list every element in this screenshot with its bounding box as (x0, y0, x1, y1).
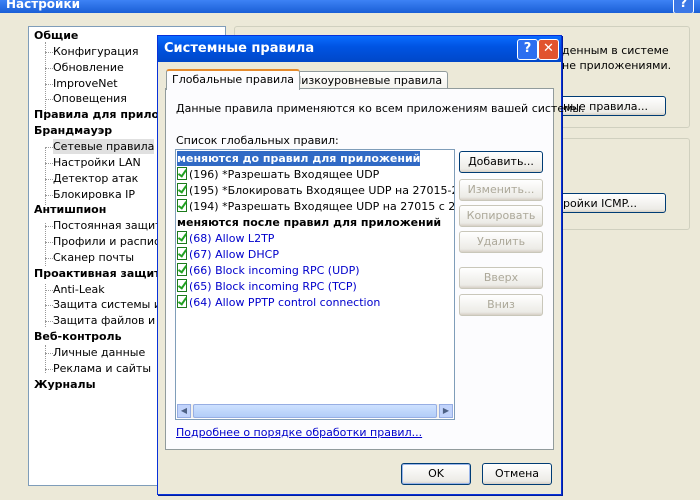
rule-row[interactable]: (64) Allow PPTP control connection (177, 295, 380, 310)
rule-checkbox[interactable] (177, 231, 187, 244)
rule-row[interactable]: (67) Allow DHCP (177, 247, 279, 262)
tree-section[interactable]: Общие (34, 28, 78, 43)
rules-order-link[interactable]: Подробнее о порядке обработки правил... (176, 426, 422, 439)
tree-item[interactable]: Детектор атак (53, 171, 138, 186)
tree-item[interactable]: Обновление (53, 60, 124, 75)
tree-connector (45, 257, 53, 259)
tree-item[interactable]: Сетевые правила (53, 138, 155, 154)
rule-row[interactable]: (65) Block incoming RPC (TCP) (177, 279, 357, 294)
tree-section[interactable]: Проактивная защита (34, 266, 168, 281)
rule-group-header[interactable]: меняются до правил для приложений (177, 151, 421, 166)
list-label: Список глобальных правил: (176, 134, 339, 147)
add-rule-button[interactable]: Добавить... (459, 151, 543, 173)
tab-lowlevel-rules[interactable]: Низкоуровневые правила (287, 71, 449, 89)
tree-item[interactable]: Личные данные (53, 345, 145, 360)
tree-connector (45, 51, 53, 53)
tree-item[interactable]: Профили и расписан (53, 234, 174, 249)
dialog-close-icon[interactable]: ✕ (538, 39, 559, 60)
rule-group-header[interactable]: меняются после правил для приложений (177, 215, 441, 230)
rule-text: меняются до правил для приложений (177, 152, 421, 165)
rule-text: меняются после правил для приложений (177, 216, 442, 229)
tree-connector (45, 99, 53, 101)
tree-item[interactable]: Реклама и сайты (53, 361, 151, 376)
rule-row[interactable]: (68) Allow L2TP (177, 231, 274, 246)
rule-text: (68) Allow L2TP (189, 232, 275, 245)
tree-item[interactable]: Защита файлов и па (53, 313, 173, 328)
tree-section[interactable]: Журналы (34, 377, 96, 392)
rule-checkbox[interactable] (177, 279, 187, 292)
tree-section[interactable]: Веб-контроль (34, 329, 122, 344)
scroll-thumb[interactable] (193, 404, 437, 418)
move-up-button[interactable]: Вверх (459, 267, 543, 289)
tree-connector (45, 178, 53, 180)
rule-checkbox[interactable] (177, 247, 187, 260)
rule-text: (67) Allow DHCP (189, 248, 279, 261)
tree-section[interactable]: Антишпион (34, 202, 106, 217)
tree-connector (45, 194, 53, 196)
tree-item[interactable]: Защита системы и п (53, 297, 172, 312)
tree-connector (45, 289, 53, 291)
tree-connector (45, 321, 53, 323)
tree-connector (45, 368, 53, 370)
tree-connector (45, 146, 53, 148)
cancel-button[interactable]: Отмена (482, 463, 552, 485)
tree-item[interactable]: ImproveNet (53, 76, 118, 91)
rule-text: (194) *Разрешать Входящее UDP на 27015 с… (189, 200, 455, 213)
tree-item[interactable]: Настройки LAN (53, 155, 141, 170)
settings-title: Настройки (6, 0, 81, 11)
tree-connector (45, 305, 53, 307)
tree-connector (45, 226, 53, 228)
ok-button[interactable]: OK (401, 463, 471, 485)
icmp-settings-button[interactable]: ройки ICMP... (552, 193, 666, 213)
rule-checkbox[interactable] (177, 263, 187, 276)
tree-item[interactable]: Anti-Leak (53, 282, 105, 297)
help-icon[interactable]: ? (673, 0, 694, 14)
rule-checkbox[interactable] (177, 183, 187, 196)
tree-item[interactable]: Блокировка IP (53, 187, 135, 202)
scroll-left-icon[interactable]: ◀ (177, 404, 191, 418)
global-rules-list[interactable]: меняются до правил для приложений (196) *… (175, 149, 455, 420)
rule-text: (66) Block incoming RPC (UDP) (189, 264, 360, 277)
tree-connector (45, 162, 53, 164)
tree-item[interactable]: Конфигурация (53, 44, 139, 59)
rule-row[interactable]: (66) Block incoming RPC (UDP) (177, 263, 360, 278)
rule-text: (65) Block incoming RPC (TCP) (189, 280, 357, 293)
tree-item[interactable]: Постоянная защита (53, 218, 168, 233)
delete-rule-button[interactable]: Удалить (459, 231, 543, 253)
tree-connector (45, 147, 46, 205)
right-desc-line1: денным в системе (562, 44, 669, 57)
dialog-titlebar: Системные правила ? ✕ (158, 36, 561, 62)
tree-connector (45, 223, 46, 266)
rule-text: (64) Allow PPTP control connection (189, 296, 381, 309)
tree-section[interactable]: Правила для прилож (34, 107, 170, 122)
rule-text: (195) *Блокировать Входящее UDP на 27015… (189, 184, 454, 197)
horizontal-scrollbar[interactable]: ◀ ▶ (177, 404, 453, 418)
tree-connector (45, 353, 53, 354)
tree-connector (45, 83, 53, 85)
system-rules-dialog: Системные правила ? ✕ Глобальные правила… (157, 35, 585, 495)
tree-item[interactable]: Сканер почты (53, 250, 134, 265)
edit-rule-button[interactable]: Изменить... (459, 179, 543, 201)
rule-text: (196) *Разрешать Входящее UDP (189, 168, 380, 181)
tree-section[interactable]: Брандмауэр (34, 123, 112, 138)
rule-checkbox[interactable] (177, 199, 187, 212)
tab-global-rules[interactable]: Глобальные правила (166, 69, 300, 90)
rule-row[interactable]: (195) *Блокировать Входящее UDP на 27015… (177, 183, 454, 198)
rule-checkbox[interactable] (177, 295, 187, 308)
rule-checkbox[interactable] (177, 167, 187, 180)
tree-connector (45, 242, 53, 244)
settings-titlebar: Настройки ? (0, 0, 700, 14)
move-down-button[interactable]: Вниз (459, 294, 543, 316)
description-text: Данные правила применяются ко всем прило… (176, 102, 585, 115)
tab-panel: Данные правила применяются ко всем прило… (165, 88, 585, 450)
scroll-right-icon[interactable]: ▶ (439, 404, 453, 418)
dialog-title: Системные правила (164, 41, 315, 56)
right-desc-line2: не приложениями. (562, 59, 672, 72)
dialog-help-icon[interactable]: ? (517, 39, 538, 60)
rule-row[interactable]: (194) *Разрешать Входящее UDP на 27015 с… (177, 199, 455, 214)
tree-connector (45, 67, 53, 69)
tree-item[interactable]: Оповещения (53, 91, 127, 106)
copy-rule-button[interactable]: Копировать (459, 205, 543, 227)
rule-row[interactable]: (196) *Разрешать Входящее UDP (177, 167, 379, 182)
